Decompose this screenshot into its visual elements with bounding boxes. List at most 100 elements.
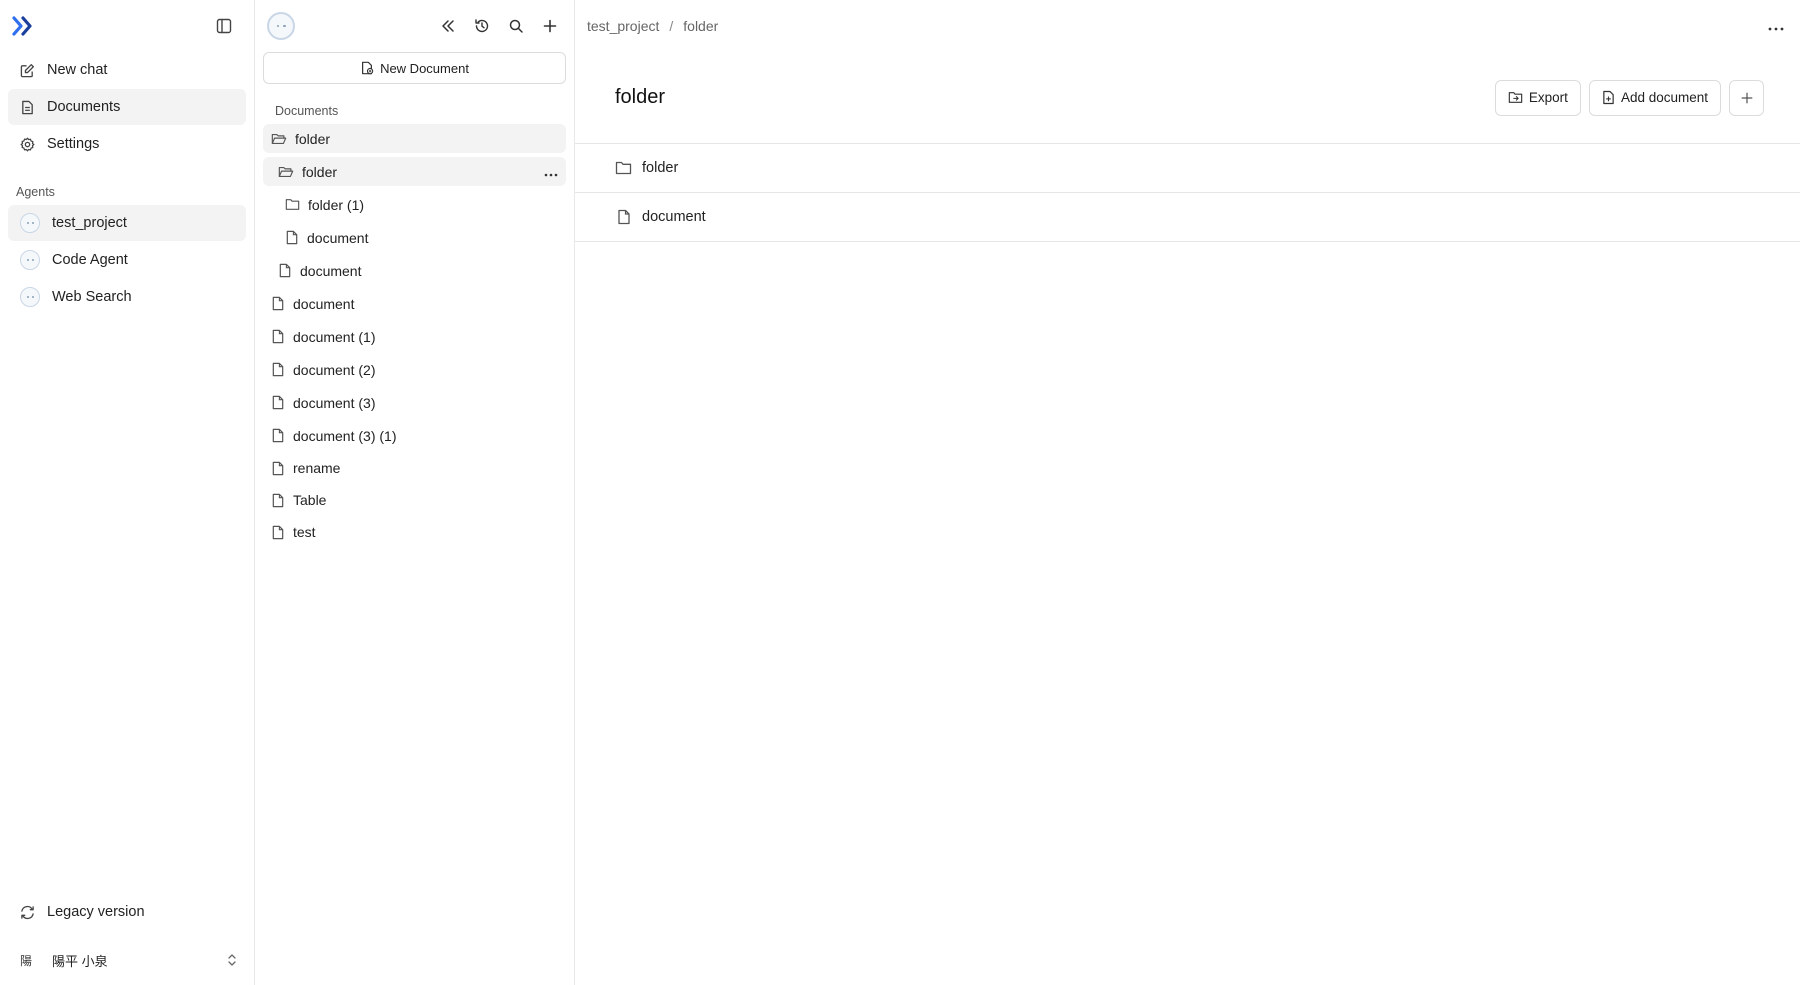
- nav-documents-label: Documents: [47, 99, 121, 115]
- tree-toolbar: [255, 0, 574, 52]
- add-document-label: Add document: [1620, 90, 1708, 105]
- more-options-icon[interactable]: [544, 164, 558, 180]
- agent-avatar-icon: [20, 250, 40, 270]
- tree-item-label: document: [307, 229, 369, 246]
- main-content: test_project / folder folder Export Add …: [575, 0, 1800, 985]
- agent-item-test-project[interactable]: test_project: [8, 205, 246, 241]
- tree-item-label: folder: [295, 130, 331, 147]
- legacy-version-label: Legacy version: [47, 904, 145, 920]
- tree-item-label: Table: [293, 492, 327, 508]
- file-icon: [272, 428, 284, 443]
- history-icon[interactable]: [470, 14, 494, 38]
- tree-item-label: rename: [293, 460, 341, 476]
- folder-open-icon: [271, 133, 287, 144]
- edit-icon: [20, 63, 34, 77]
- tree-item-document[interactable]: document (1): [263, 322, 566, 351]
- tree-item-folder[interactable]: folder: [263, 124, 566, 153]
- tree-item-document[interactable]: test: [263, 518, 566, 546]
- breadcrumb: test_project / folder: [575, 0, 1800, 52]
- agent-item-web-search[interactable]: Web Search: [8, 279, 246, 315]
- document-tree-panel: New Document Documents folder folder fol…: [255, 0, 575, 985]
- folder-icon: [285, 199, 300, 210]
- file-icon: [272, 525, 284, 539]
- user-menu[interactable]: 陽 陽平 小泉: [0, 935, 254, 985]
- tree-item-document[interactable]: rename: [263, 454, 566, 482]
- agent-avatar-icon: [20, 213, 40, 233]
- add-button[interactable]: [1729, 79, 1764, 116]
- collapse-panel-icon[interactable]: [436, 14, 460, 38]
- file-icon: [272, 461, 284, 475]
- file-plus-icon: [1603, 90, 1614, 105]
- nav-documents[interactable]: Documents: [8, 89, 246, 125]
- tree-item-document[interactable]: document: [263, 256, 566, 285]
- breadcrumb-separator: /: [669, 18, 674, 34]
- agent-label: test_project: [52, 215, 127, 231]
- sidebar-footer: Legacy version 陽 陽平 小泉: [0, 894, 254, 985]
- tree-item-label: test: [293, 524, 316, 540]
- tree-item-document[interactable]: Table: [263, 486, 566, 514]
- tree-item-label: document: [300, 262, 362, 279]
- folder-contents-list: folder document: [575, 144, 1800, 242]
- tree-item-label: document (1): [293, 328, 376, 345]
- file-icon: [272, 362, 284, 377]
- tree-item-document[interactable]: document: [263, 223, 566, 252]
- export-button[interactable]: Export: [1494, 79, 1581, 116]
- tree-item-label: document: [293, 295, 355, 312]
- tree-item-label: document (3) (1): [293, 427, 397, 444]
- tree-item-label: document (3): [293, 394, 376, 411]
- tree-item-folder[interactable]: folder (1): [263, 190, 566, 219]
- nav-new-chat[interactable]: New chat: [8, 52, 246, 88]
- nav-new-chat-label: New chat: [47, 62, 108, 78]
- nav-settings[interactable]: Settings: [8, 126, 246, 162]
- tree-item-label: folder (1): [308, 196, 365, 213]
- plus-icon: [1741, 92, 1752, 103]
- avatar: 陽: [20, 953, 33, 968]
- sidebar-header: [0, 0, 254, 52]
- refresh-icon: [21, 905, 34, 919]
- tree-item-document[interactable]: document: [263, 289, 566, 318]
- document-tree: folder folder folder (1) document docume…: [255, 124, 574, 550]
- tree-item-label: folder: [302, 163, 338, 180]
- file-plus-icon: [362, 61, 374, 75]
- agent-item-code-agent[interactable]: Code Agent: [8, 242, 246, 278]
- file-icon: [272, 329, 284, 344]
- list-item-folder[interactable]: folder: [575, 144, 1800, 193]
- toggle-sidebar-icon[interactable]: [212, 14, 236, 38]
- legacy-version-link[interactable]: Legacy version: [8, 894, 246, 930]
- file-icon: [272, 395, 284, 410]
- agent-avatar-icon[interactable]: [267, 12, 295, 40]
- new-document-button[interactable]: New Document: [263, 52, 566, 84]
- file-icon: [286, 230, 298, 245]
- list-item-label: folder: [642, 160, 679, 176]
- folder-icon: [615, 161, 632, 175]
- breadcrumb-item-folder[interactable]: folder: [683, 18, 718, 34]
- tree-item-document[interactable]: document (3): [263, 388, 566, 417]
- page-header: folder Export Add document: [575, 52, 1800, 144]
- file-text-icon: [22, 100, 33, 114]
- more-options-icon[interactable]: [1768, 18, 1788, 34]
- nav-settings-label: Settings: [47, 136, 100, 152]
- add-document-button[interactable]: Add document: [1588, 79, 1721, 116]
- export-label: Export: [1528, 90, 1568, 105]
- tree-item-folder[interactable]: folder: [263, 157, 566, 186]
- list-item-label: document: [642, 209, 706, 225]
- breadcrumb-item-project[interactable]: test_project: [587, 18, 659, 34]
- folder-open-icon: [278, 166, 294, 177]
- agent-label: Web Search: [52, 289, 132, 305]
- file-icon: [279, 263, 291, 278]
- sidebar: New chat Documents Settings Agents test_…: [0, 0, 255, 985]
- page-title: folder: [615, 86, 666, 108]
- main-nav: New chat Documents Settings: [0, 52, 254, 163]
- file-icon: [272, 493, 284, 507]
- file-icon: [272, 296, 284, 311]
- file-icon: [618, 209, 630, 225]
- folder-export-icon: [1508, 92, 1523, 103]
- plus-icon[interactable]: [538, 14, 562, 38]
- tree-item-document[interactable]: document (3) (1): [263, 421, 566, 450]
- gear-icon: [20, 137, 35, 151]
- app-logo[interactable]: [12, 14, 36, 38]
- agent-avatar-icon: [20, 287, 40, 307]
- tree-item-document[interactable]: document (2): [263, 355, 566, 384]
- search-icon[interactable]: [504, 14, 528, 38]
- list-item-document[interactable]: document: [575, 193, 1800, 242]
